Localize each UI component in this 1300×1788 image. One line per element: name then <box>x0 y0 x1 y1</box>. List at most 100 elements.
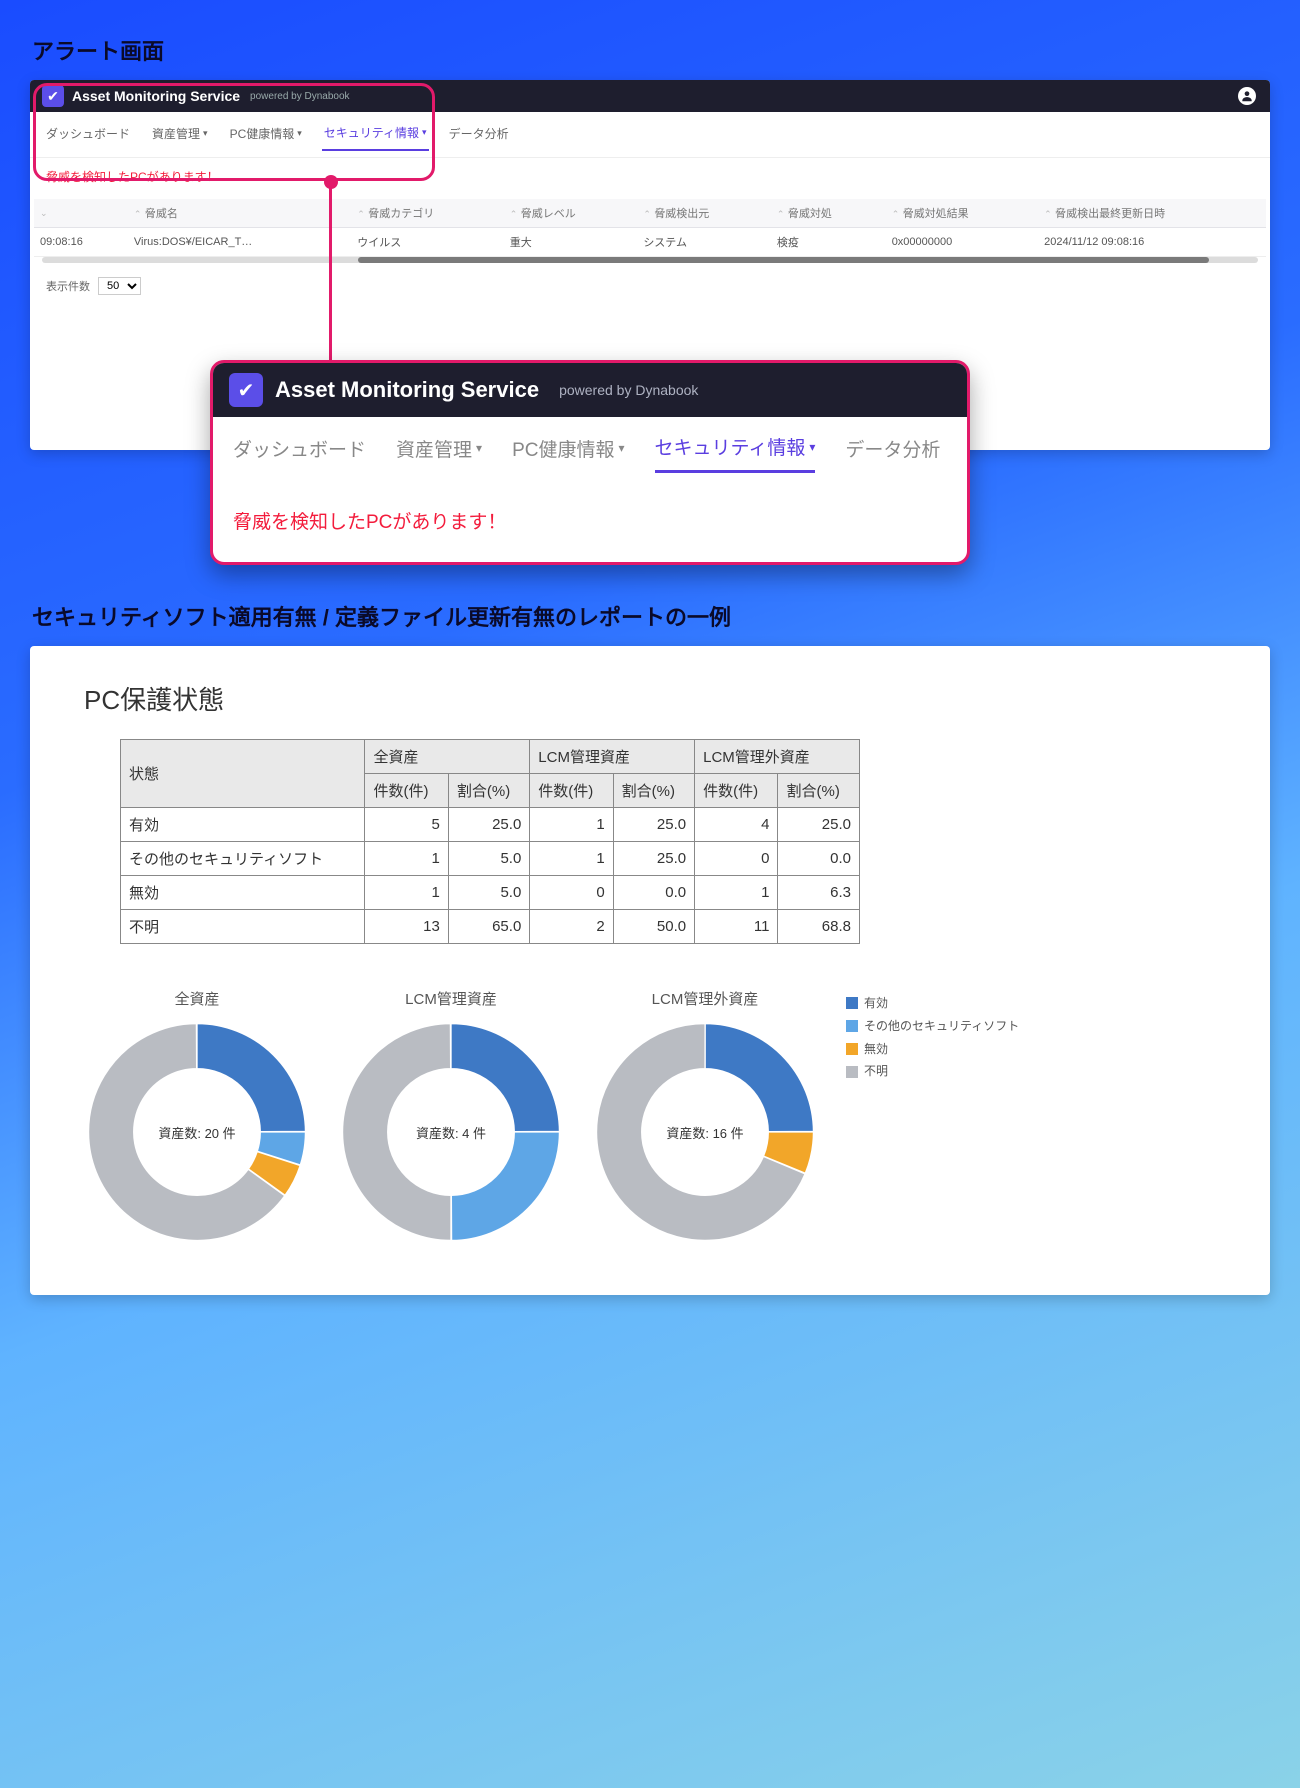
col-threat-source[interactable]: ⌃脅威検出元 <box>637 199 771 228</box>
cell-value: 25.0 <box>613 808 694 842</box>
cell-value: 1 <box>530 842 613 876</box>
zoomed-header-panel: ✔ Asset Monitoring Service powered by Dy… <box>210 360 970 565</box>
cell-value: 65.0 <box>448 910 529 944</box>
col-threat-action[interactable]: ⌃脅威対処 <box>771 199 886 228</box>
cell-value: 13 <box>365 910 448 944</box>
th-nonlcm: LCM管理外資産 <box>695 740 860 774</box>
tab-security[interactable]: セキュリティ情報▾ <box>655 433 816 473</box>
cell-category: ウイルス <box>351 228 503 257</box>
app-logo-icon: ✔ <box>42 85 64 107</box>
table-row: 不明 13 65.0 2 50.0 11 68.8 <box>121 910 860 944</box>
table-header-row: ⌄ ⌃脅威名 ⌃脅威カテゴリ ⌃脅威レベル ⌃脅威検出元 ⌃脅威対処 ⌃脅威対処… <box>34 199 1266 228</box>
cell-label: 有効 <box>121 808 365 842</box>
zoom-app-header: ✔ Asset Monitoring Service powered by Dy… <box>213 363 967 417</box>
chart-center-label: 資産数: 4 件 <box>338 1019 564 1245</box>
th-lcm: LCM管理資産 <box>530 740 695 774</box>
chart-title: LCM管理外資産 <box>592 988 818 1009</box>
cell-value: 50.0 <box>613 910 694 944</box>
th-count: 件数(件) <box>365 774 448 808</box>
legend-item: 有効 <box>846 992 1019 1015</box>
chart-center-label: 資産数: 16 件 <box>592 1019 818 1245</box>
cell-value: 5.0 <box>448 842 529 876</box>
legend-item: 無効 <box>846 1038 1019 1061</box>
app-powered-by: powered by Dynabook <box>559 382 698 398</box>
chevron-down-icon: ▾ <box>203 128 208 139</box>
report-heading: PC保護状態 <box>84 680 1216 717</box>
chevron-down-icon: ▾ <box>476 441 482 455</box>
donut-chart-nonlcm: 資産数: 16 件 <box>592 1019 818 1245</box>
th-count: 件数(件) <box>530 774 613 808</box>
chart-title: LCM管理資産 <box>338 988 564 1009</box>
col-threat-category[interactable]: ⌃脅威カテゴリ <box>351 199 503 228</box>
cell-label: 無効 <box>121 876 365 910</box>
cell-value: 11 <box>695 910 778 944</box>
cell-value: 0.0 <box>613 876 694 910</box>
cell-value: 1 <box>365 876 448 910</box>
col-threat-name[interactable]: ⌃脅威名 <box>128 199 351 228</box>
cell-value: 2 <box>530 910 613 944</box>
protection-status-table: 状態 全資産 LCM管理資産 LCM管理外資産 件数(件) 割合(%) 件数(件… <box>120 739 860 944</box>
app-title: Asset Monitoring Service <box>275 377 539 403</box>
cell-value: 5 <box>365 808 448 842</box>
cell-value: 1 <box>365 842 448 876</box>
tab-analytics[interactable]: データ分析 <box>845 433 940 473</box>
app-title: Asset Monitoring Service <box>72 88 240 104</box>
cell-result: 0x00000000 <box>886 228 1038 257</box>
tab-asset[interactable]: 資産管理▾ <box>150 120 210 151</box>
donut-chart-lcm: 資産数: 4 件 <box>338 1019 564 1245</box>
cell-value: 4 <box>695 808 778 842</box>
section-report-title: セキュリティソフト適用有無 / 定義ファイル更新有無のレポートの一例 <box>32 600 1270 632</box>
section-alert-title: アラート画面 <box>32 34 1270 66</box>
chevron-down-icon: ▾ <box>809 440 815 454</box>
donut-chart-all: 資産数: 20 件 <box>84 1019 310 1245</box>
app-powered-by: powered by Dynabook <box>250 91 350 102</box>
alert-message: 脅威を検知したPCがあります！ <box>213 483 967 562</box>
th-ratio: 割合(%) <box>778 774 860 808</box>
table-row[interactable]: 09:08:16 Virus:DOS¥/EICAR_T… ウイルス 重大 システ… <box>34 228 1266 257</box>
tab-health[interactable]: PC健康情報▾ <box>512 433 624 473</box>
app-header: ✔ Asset Monitoring Service powered by Dy… <box>30 80 1270 112</box>
th-count: 件数(件) <box>695 774 778 808</box>
col-threat-level[interactable]: ⌃脅威レベル <box>504 199 638 228</box>
chevron-down-icon: ▾ <box>297 128 302 139</box>
cell-value: 0 <box>530 876 613 910</box>
table-row: 無効 1 5.0 0 0.0 1 6.3 <box>121 876 860 910</box>
cell-value: 5.0 <box>448 876 529 910</box>
perpage-select[interactable]: 50 <box>98 277 141 295</box>
highlight-connector-line-icon <box>329 187 332 364</box>
col-time[interactable]: ⌄ <box>34 199 128 228</box>
legend-item: その他のセキュリティソフト <box>846 1015 1019 1038</box>
nav-tabs: ダッシュボード 資産管理▾ PC健康情報▾ セキュリティ情報▾ データ分析 <box>30 112 1270 158</box>
legend-item: 不明 <box>846 1060 1019 1083</box>
cell-value: 25.0 <box>778 808 860 842</box>
table-row: その他のセキュリティソフト 1 5.0 1 25.0 0 0.0 <box>121 842 860 876</box>
th-ratio: 割合(%) <box>448 774 529 808</box>
cell-value: 68.8 <box>778 910 860 944</box>
tab-security[interactable]: セキュリティ情報▾ <box>322 120 429 151</box>
user-account-icon[interactable] <box>1238 87 1256 105</box>
tab-dashboard[interactable]: ダッシュボード <box>233 433 366 473</box>
table-row: 有効 5 25.0 1 25.0 4 25.0 <box>121 808 860 842</box>
tab-asset[interactable]: 資産管理▾ <box>396 433 482 473</box>
tab-analytics[interactable]: データ分析 <box>447 120 511 151</box>
col-threat-updated[interactable]: ⌃脅威検出最終更新日時 <box>1038 199 1266 228</box>
horizontal-scrollbar[interactable] <box>42 257 1258 263</box>
tab-health[interactable]: PC健康情報▾ <box>228 120 304 151</box>
tab-dashboard[interactable]: ダッシュボード <box>44 120 132 151</box>
app-logo-icon: ✔ <box>229 373 263 407</box>
cell-action: 検疫 <box>771 228 886 257</box>
perpage-label: 表示件数 <box>46 278 90 294</box>
th-state: 状態 <box>121 740 365 808</box>
cell-updated: 2024/11/12 09:08:16 <box>1038 228 1266 257</box>
cell-label: その他のセキュリティソフト <box>121 842 365 876</box>
report-panel: PC保護状態 状態 全資産 LCM管理資産 LCM管理外資産 件数(件) 割合(… <box>30 646 1270 1295</box>
cell-source: システム <box>637 228 771 257</box>
cell-value: 0.0 <box>778 842 860 876</box>
cell-level: 重大 <box>504 228 638 257</box>
chart-title: 全資産 <box>84 988 310 1009</box>
cell-label: 不明 <box>121 910 365 944</box>
alert-message: 脅威を検知したPCがあります！ <box>30 158 1270 199</box>
scrollbar-thumb[interactable] <box>358 257 1209 263</box>
col-threat-result[interactable]: ⌃脅威対処結果 <box>886 199 1038 228</box>
th-all: 全資産 <box>365 740 530 774</box>
